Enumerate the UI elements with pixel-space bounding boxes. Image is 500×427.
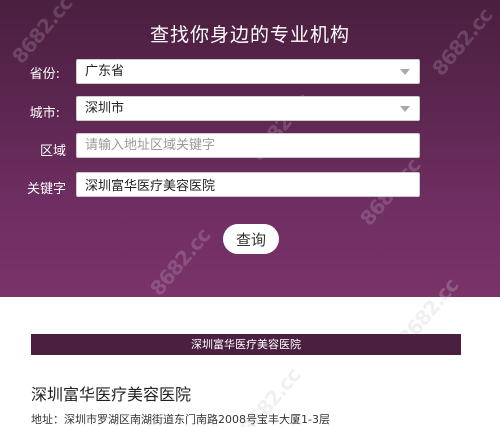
- keyword-label: 关键字: [26, 182, 66, 197]
- search-panel: 8682.cc 8682.cc 8682.cc 8682.cc 8682.cc …: [0, 0, 500, 300]
- province-select[interactable]: 广东省: [76, 59, 420, 84]
- city-selected-value: 深圳市: [85, 101, 125, 116]
- query-button[interactable]: 查询: [223, 224, 279, 254]
- city-label: 城市:: [29, 106, 60, 121]
- province-selected-value: 广东省: [85, 64, 125, 79]
- result-address: 地址：深圳市罗湖区南湖街道东门南路2008号宝丰大厦1-3层: [31, 413, 330, 426]
- result-header-bar: 深圳富华医疗美容医院: [31, 334, 461, 355]
- page-title: 查找你身边的专业机构: [149, 24, 350, 46]
- chevron-down-icon: [400, 106, 410, 112]
- result-title[interactable]: 深圳富华医疗美容医院: [31, 381, 191, 405]
- province-label: 省份:: [29, 67, 60, 82]
- area-label: 区域: [39, 144, 66, 159]
- watermark: 8682.cc: [145, 223, 215, 301]
- chevron-down-icon: [400, 69, 410, 75]
- keyword-input[interactable]: [76, 172, 420, 197]
- city-select[interactable]: 深圳市: [76, 96, 420, 121]
- area-input[interactable]: [76, 133, 420, 158]
